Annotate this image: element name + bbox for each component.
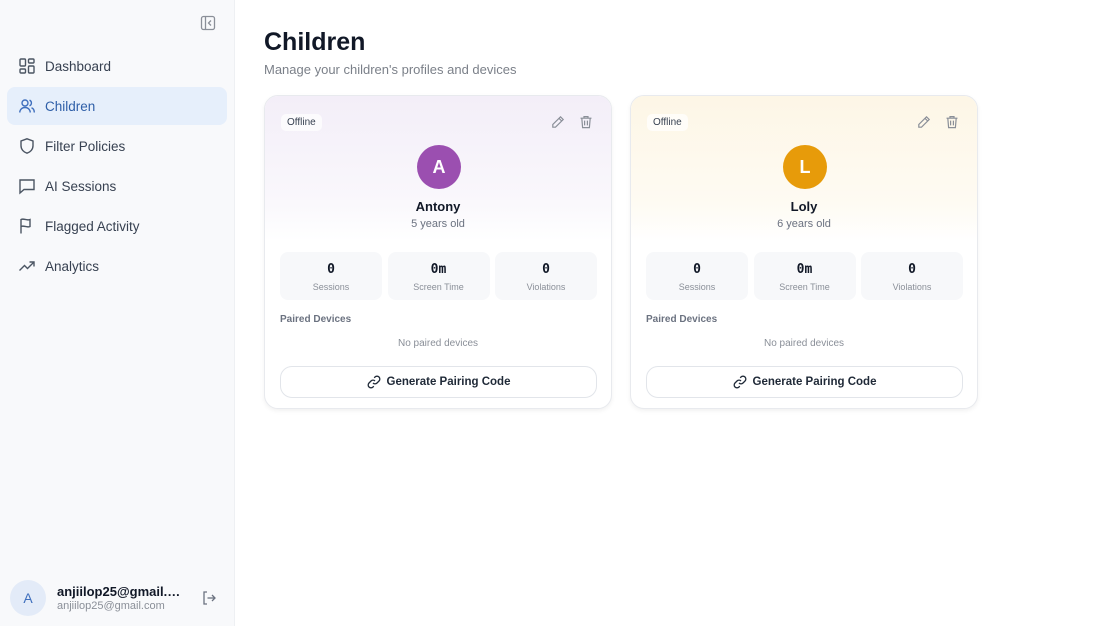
collapse-sidebar-icon[interactable] xyxy=(200,15,216,31)
user-name: anjiilop25@gmail.c... xyxy=(57,584,185,599)
paired-devices-label: Paired Devices xyxy=(646,314,718,325)
avatar: A xyxy=(10,580,46,616)
edit-icon[interactable] xyxy=(917,115,931,129)
sidebar-item-label: Analytics xyxy=(45,258,100,274)
sidebar-item-flagged-activity[interactable]: Flagged Activity xyxy=(7,207,227,245)
sidebar-item-dashboard[interactable]: Dashboard xyxy=(7,47,227,85)
child-stats: 0 Sessions 0m Screen Time 0 Violations xyxy=(646,252,963,300)
link-icon xyxy=(367,375,381,389)
user-info: anjiilop25@gmail.c... anjiilop25@gmail.c… xyxy=(57,584,185,612)
child-name: Loly xyxy=(790,199,818,214)
sidebar-nav: Dashboard Children Filter Policies AI Se… xyxy=(7,47,227,287)
sidebar-item-children[interactable]: Children xyxy=(7,87,227,125)
stat-sessions: 0 Sessions xyxy=(280,252,382,300)
child-avatar: L xyxy=(783,145,827,189)
sidebar: Dashboard Children Filter Policies AI Se… xyxy=(0,0,235,626)
sidebar-item-label: Filter Policies xyxy=(45,138,126,154)
stat-value: 0m xyxy=(430,262,447,277)
child-card: Offline A Antony 5 years old 0 Sessions … xyxy=(264,95,612,409)
sidebar-item-filter-policies[interactable]: Filter Policies xyxy=(7,127,227,165)
dashboard-icon xyxy=(18,57,36,75)
sidebar-item-ai-sessions[interactable]: AI Sessions xyxy=(7,167,227,205)
button-label: Generate Pairing Code xyxy=(752,376,877,388)
generate-pairing-code-button[interactable]: Generate Pairing Code xyxy=(646,366,963,398)
stat-label: Screen Time xyxy=(779,282,830,292)
status-badge: Offline xyxy=(281,114,322,131)
logout-icon[interactable] xyxy=(201,590,217,606)
sidebar-item-label: AI Sessions xyxy=(45,178,117,194)
stat-label: Sessions xyxy=(678,282,716,292)
flag-icon xyxy=(18,217,36,235)
child-stats: 0 Sessions 0m Screen Time 0 Violations xyxy=(280,252,597,300)
stat-value: 0 xyxy=(542,262,550,277)
sidebar-item-label: Dashboard xyxy=(45,58,112,74)
child-age: 5 years old xyxy=(411,218,465,230)
sidebar-item-label: Flagged Activity xyxy=(45,218,140,234)
child-age: 6 years old xyxy=(777,218,831,230)
trending-icon xyxy=(18,257,36,275)
chat-icon xyxy=(18,177,36,195)
sidebar-item-label: Children xyxy=(45,98,96,114)
no-devices-text: No paired devices xyxy=(397,338,479,349)
stat-sessions: 0 Sessions xyxy=(646,252,748,300)
stat-label: Sessions xyxy=(312,282,350,292)
generate-pairing-code-button[interactable]: Generate Pairing Code xyxy=(280,366,597,398)
user-email: anjiilop25@gmail.com xyxy=(57,600,165,612)
page-title: Children xyxy=(264,28,366,56)
link-icon xyxy=(733,375,747,389)
edit-icon[interactable] xyxy=(551,115,565,129)
stat-value: 0m xyxy=(796,262,813,277)
stat-label: Violations xyxy=(892,282,932,292)
stat-violations: 0 Violations xyxy=(861,252,963,300)
stat-value: 0 xyxy=(327,262,335,277)
sidebar-item-analytics[interactable]: Analytics xyxy=(7,247,227,285)
stat-label: Violations xyxy=(526,282,566,292)
child-avatar: A xyxy=(417,145,461,189)
user-profile[interactable]: A anjiilop25@gmail.c... anjiilop25@gmail… xyxy=(10,580,225,616)
stat-violations: 0 Violations xyxy=(495,252,597,300)
child-card: Offline L Loly 6 years old 0 Sessions 0m… xyxy=(630,95,978,409)
trash-icon[interactable] xyxy=(579,115,593,129)
no-devices-text: No paired devices xyxy=(763,338,845,349)
stat-value: 0 xyxy=(908,262,916,277)
stat-screen-time: 0m Screen Time xyxy=(387,252,490,300)
shield-icon xyxy=(18,137,36,155)
trash-icon[interactable] xyxy=(945,115,959,129)
child-name: Antony xyxy=(415,199,461,214)
stat-screen-time: 0m Screen Time xyxy=(753,252,856,300)
stat-value: 0 xyxy=(693,262,701,277)
button-label: Generate Pairing Code xyxy=(386,376,511,388)
stat-label: Screen Time xyxy=(413,282,464,292)
page-subtitle: Manage your children's profiles and devi… xyxy=(264,62,517,77)
users-icon xyxy=(18,97,36,115)
paired-devices-label: Paired Devices xyxy=(280,314,352,325)
status-badge: Offline xyxy=(647,114,688,131)
